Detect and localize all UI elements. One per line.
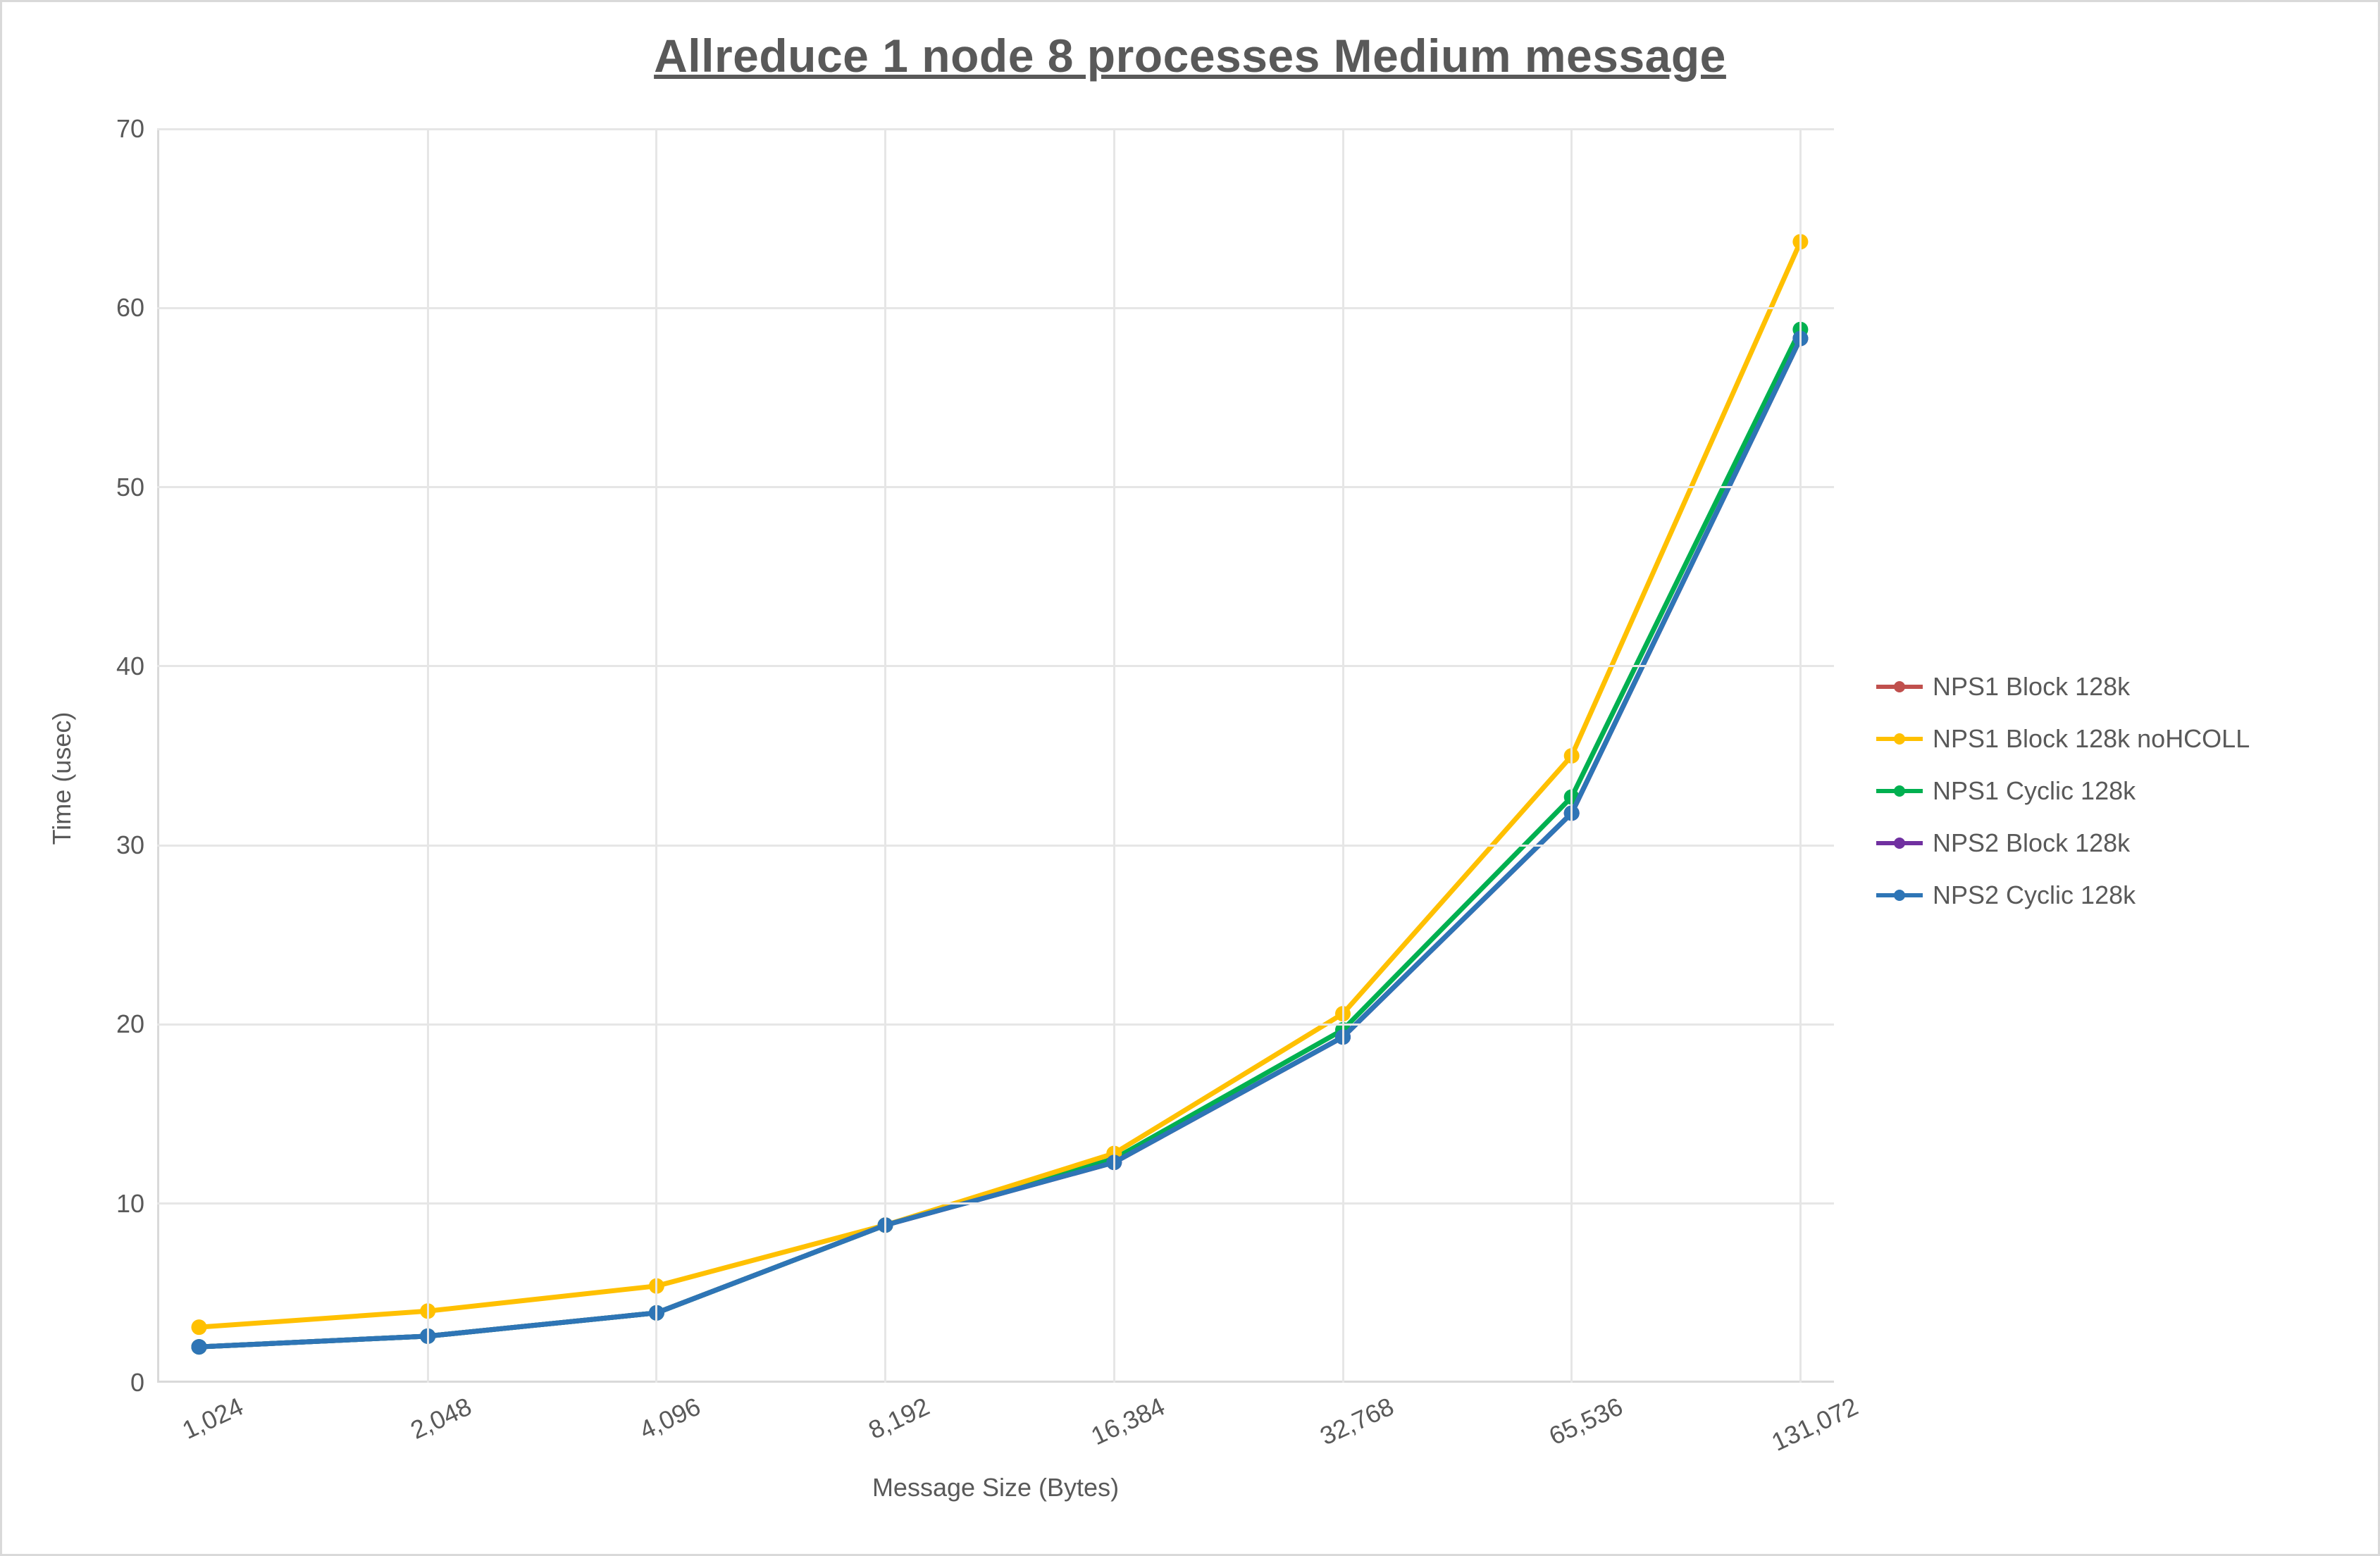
gridline-v [1113,129,1115,1383]
y-tick-label: 40 [116,652,157,681]
gridline-h [157,307,1834,309]
y-tick-label: 70 [116,114,157,144]
legend-swatch [1876,841,1923,845]
series-line [199,242,1801,1327]
y-tick-label: 30 [116,830,157,860]
y-tick-label: 60 [116,293,157,323]
legend-item: NPS1 Block 128k [1876,661,2250,713]
chart-title: Allreduce 1 node 8 processes Medium mess… [2,29,2378,82]
gridline-h [157,845,1834,847]
legend-item: NPS2 Cyclic 128k [1876,869,2250,921]
series-layer [157,129,1834,1383]
legend-swatch [1876,737,1923,741]
legend-item: NPS1 Cyclic 128k [1876,765,2250,817]
y-tick-label: 10 [116,1189,157,1219]
legend-marker-icon [1894,733,1905,745]
legend-marker-icon [1894,785,1905,797]
y-tick-label: 20 [116,1009,157,1039]
legend-label: NPS2 Cyclic 128k [1933,880,2136,910]
legend-label: NPS1 Block 128k [1933,672,2130,702]
gridline-v [884,129,886,1383]
x-tick-label: 131,072 [1764,1383,1864,1457]
gridline-h [157,486,1834,488]
gridline-h [157,1202,1834,1205]
gridline-v [1342,129,1344,1383]
gridline-v [1570,129,1573,1383]
chart-frame: Allreduce 1 node 8 processes Medium mess… [0,0,2380,1556]
legend-swatch [1876,685,1923,689]
x-axis-label: Message Size (Bytes) [157,1473,1834,1502]
x-tick-label: 4,096 [631,1383,705,1445]
legend-swatch [1876,789,1923,793]
plot-area: 0102030405060701,0242,0484,0968,19216,38… [157,129,1834,1383]
x-tick-label: 16,384 [1083,1383,1170,1451]
gridline-v [427,129,429,1383]
legend-label: NPS1 Block 128k noHCOLL [1933,724,2250,754]
series-line [199,339,1801,1348]
gridline-v [1799,129,1802,1383]
y-axis-label: Time (usec) [47,711,77,845]
legend-marker-icon [1894,838,1905,849]
series-marker [192,1339,207,1355]
x-tick-label: 32,768 [1311,1383,1398,1451]
legend-label: NPS1 Cyclic 128k [1933,776,2136,806]
series-marker [192,1319,207,1335]
gridline-v [655,129,657,1383]
legend-item: NPS2 Block 128k [1876,817,2250,869]
legend-marker-icon [1894,890,1905,901]
legend: NPS1 Block 128k NPS1 Block 128k noHCOLL NP… [1876,661,2250,921]
legend-marker-icon [1894,681,1905,692]
y-tick-label: 0 [130,1368,157,1398]
gridline-h [157,128,1834,130]
gridline-h [157,1023,1834,1026]
x-tick-label: 65,536 [1540,1383,1627,1451]
x-tick-label: 8,192 [860,1383,934,1445]
x-tick-label: 1,024 [173,1383,247,1445]
y-tick-label: 50 [116,473,157,502]
legend-item: NPS1 Block 128k noHCOLL [1876,713,2250,765]
legend-swatch [1876,893,1923,897]
legend-label: NPS2 Block 128k [1933,828,2130,858]
gridline-h [157,665,1834,667]
x-tick-label: 2,048 [402,1383,476,1445]
